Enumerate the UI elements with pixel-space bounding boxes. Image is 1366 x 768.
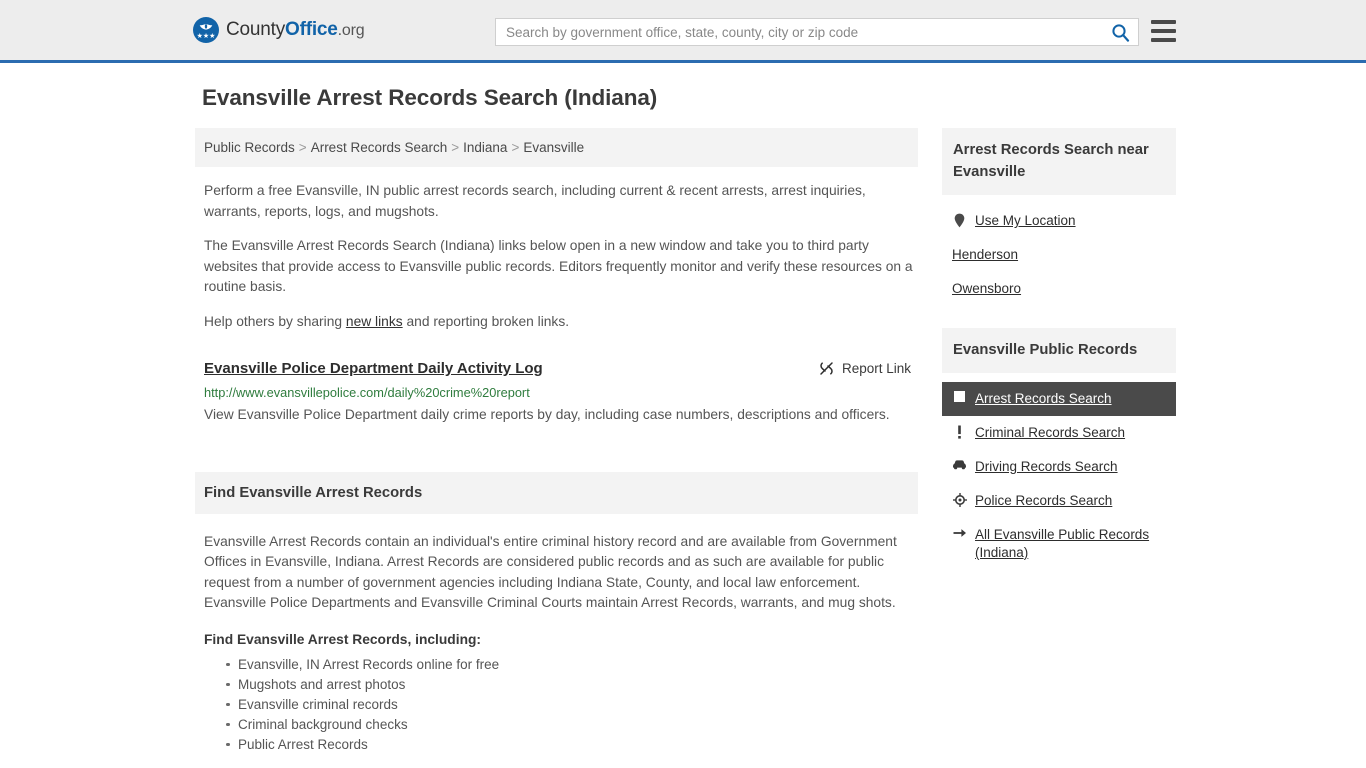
breadcrumb-separator: > <box>511 140 520 155</box>
brand-text: CountyOffice.org <box>226 19 365 41</box>
intro-paragraph-2: The Evansville Arrest Records Search (In… <box>204 238 913 294</box>
brand-part-office: Office <box>285 19 338 40</box>
exclamation-icon <box>952 424 967 439</box>
breadcrumb-item-indiana[interactable]: Indiana <box>463 140 507 155</box>
result-title-link[interactable]: Evansville Police Department Daily Activ… <box>204 359 543 379</box>
map-pin-icon <box>952 212 967 228</box>
sidebar-item-all-public-records[interactable]: All Evansville Public Records (Indiana) <box>942 518 1176 570</box>
breadcrumb-item-arrest-records-search[interactable]: Arrest Records Search <box>311 140 448 155</box>
search-icon <box>1111 23 1129 42</box>
search-bar[interactable] <box>495 18 1139 46</box>
panel-nearby-searches: Arrest Records Search near Evansville Us… <box>942 128 1176 306</box>
sidebar-item-use-my-location[interactable]: Use My Location <box>942 204 1176 238</box>
list-item: Evansville, IN Arrest Records online for… <box>226 655 918 675</box>
list-item: Mugshots and arrest photos <box>226 675 918 695</box>
sidebar-item-label: Criminal Records Search <box>975 425 1126 440</box>
hamburger-menu-icon[interactable] <box>1151 20 1176 42</box>
eagle-seal-logo-icon: ★★★ <box>193 17 219 43</box>
result-url: http://www.evansvillepolice.com/daily%20… <box>204 385 530 400</box>
hamburger-bar <box>1151 29 1176 33</box>
breadcrumb-item-evansville[interactable]: Evansville <box>523 140 584 155</box>
brand-part-county: County <box>226 19 286 40</box>
page-container: Evansville Arrest Records Search (Indian… <box>0 63 1366 755</box>
panel-nearby-body: Use My Location Henderson Owensboro <box>942 195 1176 306</box>
share-text-after: and reporting broken links. <box>402 313 570 329</box>
list-item: Evansville criminal records <box>226 695 918 715</box>
sidebar-item-arrest-records-search[interactable]: Arrest Records Search <box>942 382 1176 416</box>
main-column: Public Records > Arrest Records Search > Ind… <box>195 128 918 755</box>
result-description: View Evansville Police Department daily … <box>204 407 890 422</box>
find-records-section-header: Find Evansville Arrest Records <box>195 471 918 514</box>
find-records-subheading: Find Evansville Arrest Records, includin… <box>204 631 482 647</box>
panel-public-records-heading: Evansville Public Records <box>953 342 1138 358</box>
sidebar-item-label: Arrest Records Search <box>975 391 1112 406</box>
search-button[interactable] <box>1102 19 1138 45</box>
breadcrumb-item-public-records[interactable]: Public Records <box>204 140 295 155</box>
sidebar-item-label: Henderson <box>952 247 1019 262</box>
sidebar-item-label: Owensboro <box>952 281 1022 296</box>
share-text-before: Help others by sharing <box>204 313 346 329</box>
sidebar-item-label: Police Records Search <box>975 493 1113 508</box>
content-columns: Public Records > Arrest Records Search > Ind… <box>195 128 1176 755</box>
car-icon <box>952 458 967 470</box>
new-links-link[interactable]: new links <box>346 314 403 329</box>
sidebar-item-owensboro[interactable]: Owensboro <box>942 272 1176 306</box>
site-logo[interactable]: ★★★ CountyOffice.org <box>193 17 365 43</box>
find-records-bullet-list: Evansville, IN Arrest Records online for… <box>204 655 918 755</box>
intro-paragraph-3: Help others by sharing new links and rep… <box>204 312 916 333</box>
sidebar-item-label: Use My Location <box>975 213 1076 228</box>
panel-nearby-heading: Arrest Records Search near Evansville <box>953 142 1149 180</box>
list-item: Criminal background checks <box>226 715 918 735</box>
sidebar-item-henderson[interactable]: Henderson <box>942 238 1176 272</box>
stars-icon: ★★★ <box>196 33 216 40</box>
search-input[interactable] <box>496 19 1102 45</box>
hamburger-bar <box>1151 20 1176 24</box>
panel-public-records-body: Arrest Records Search Criminal Records S… <box>942 373 1176 570</box>
sidebar: Arrest Records Search near Evansville Us… <box>942 128 1176 592</box>
breadcrumb: Public Records > Arrest Records Search > Ind… <box>195 128 918 167</box>
sidebar-item-driving-records-search[interactable]: Driving Records Search <box>942 450 1176 484</box>
intro-paragraph-1: Perform a free Evansville, IN public arr… <box>204 183 866 219</box>
arrow-right-icon <box>952 526 967 539</box>
sidebar-item-label: All Evansville Public Records (Indiana) <box>975 527 1150 560</box>
panel-public-records-header: Evansville Public Records <box>942 328 1176 373</box>
police-badge-icon <box>952 492 967 507</box>
sidebar-item-label: Driving Records Search <box>975 459 1118 474</box>
hamburger-bar <box>1151 38 1176 42</box>
id-card-icon <box>952 390 967 402</box>
result-header-row: Evansville Police Department Daily Activ… <box>204 359 918 379</box>
result-item: Evansville Police Department Daily Activ… <box>204 359 918 428</box>
breadcrumb-separator: > <box>298 140 307 155</box>
sidebar-item-police-records-search[interactable]: Police Records Search <box>942 484 1176 518</box>
find-records-body: Evansville Arrest Records contain an ind… <box>204 533 897 611</box>
report-link-label: Report Link <box>841 361 911 376</box>
site-header: ★★★ CountyOffice.org <box>0 0 1366 63</box>
list-item: Public Arrest Records <box>226 735 918 755</box>
report-link-button[interactable]: Report Link <box>818 359 911 377</box>
eagle-icon <box>199 24 213 30</box>
broken-link-icon <box>820 362 833 375</box>
page-title: Evansville Arrest Records Search (Indian… <box>202 85 658 110</box>
find-records-heading: Find Evansville Arrest Records <box>204 484 423 501</box>
breadcrumb-separator: > <box>451 140 460 155</box>
panel-nearby-header: Arrest Records Search near Evansville <box>942 128 1176 195</box>
brand-part-tld: .org <box>337 22 365 39</box>
sidebar-item-criminal-records-search[interactable]: Criminal Records Search <box>942 416 1176 450</box>
panel-public-records: Evansville Public Records Arrest Records… <box>942 328 1176 570</box>
